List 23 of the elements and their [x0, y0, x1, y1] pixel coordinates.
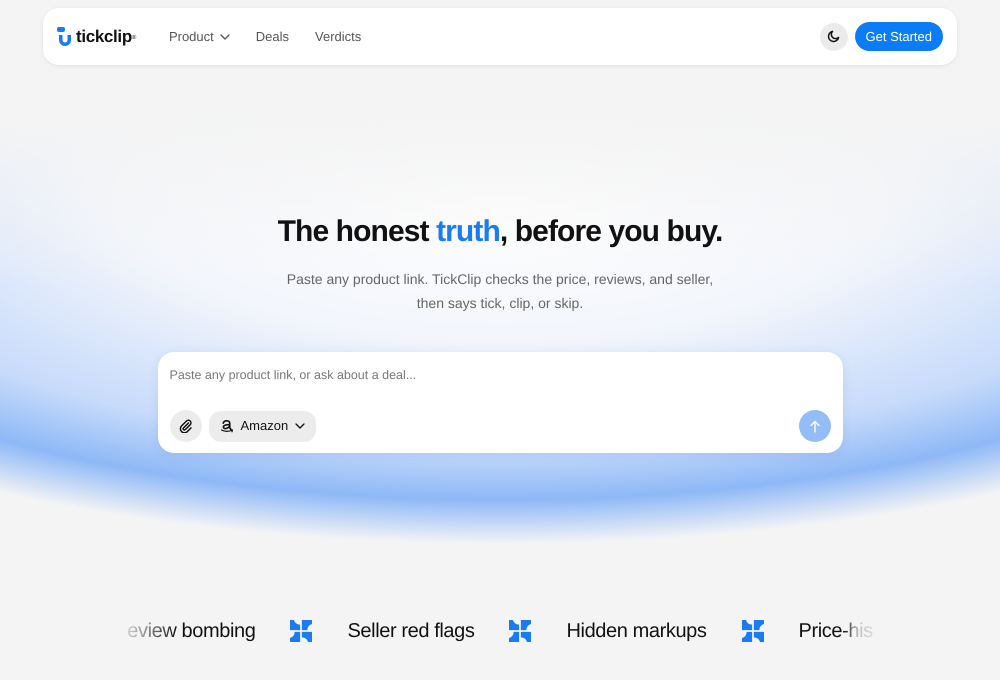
amazon-logo-icon [220, 419, 234, 433]
get-started-button[interactable]: Get Started [854, 22, 943, 51]
pinwheel-icon [509, 620, 532, 642]
headline: The honest truth, before you buy. [278, 214, 722, 250]
arrow-up-icon [808, 420, 820, 432]
logo-wordmark[interactable]: tickclip$^{®}$ [76, 24, 136, 50]
pinwheel-icon [742, 620, 764, 642]
nav-link[interactable]: Deals [256, 26, 290, 46]
nav-link[interactable]: Product [168, 26, 230, 46]
subtitle: Paste any product link. TickClip checks the price, reviews, and seller, then says tick, clip, or skip. [286, 270, 714, 313]
chevron-down-icon [220, 34, 230, 40]
attach-button[interactable] [170, 410, 202, 442]
pinwheel-icon [290, 620, 312, 642]
chevron-down-icon [295, 423, 306, 429]
prompt-input[interactable]: Paste any product link, or ask about a deal... [170, 365, 830, 385]
nav-link[interactable]: Verdicts [315, 26, 362, 46]
marquee-text: Hidden markups [566, 619, 707, 644]
logo-icon [57, 26, 73, 46]
theme-toggle-button[interactable] [820, 22, 848, 50]
paperclip-icon [178, 419, 192, 433]
marquee-text: Seller red flags [347, 619, 474, 644]
store-selector[interactable]: Amazon [208, 410, 316, 442]
moon-icon [827, 30, 840, 43]
